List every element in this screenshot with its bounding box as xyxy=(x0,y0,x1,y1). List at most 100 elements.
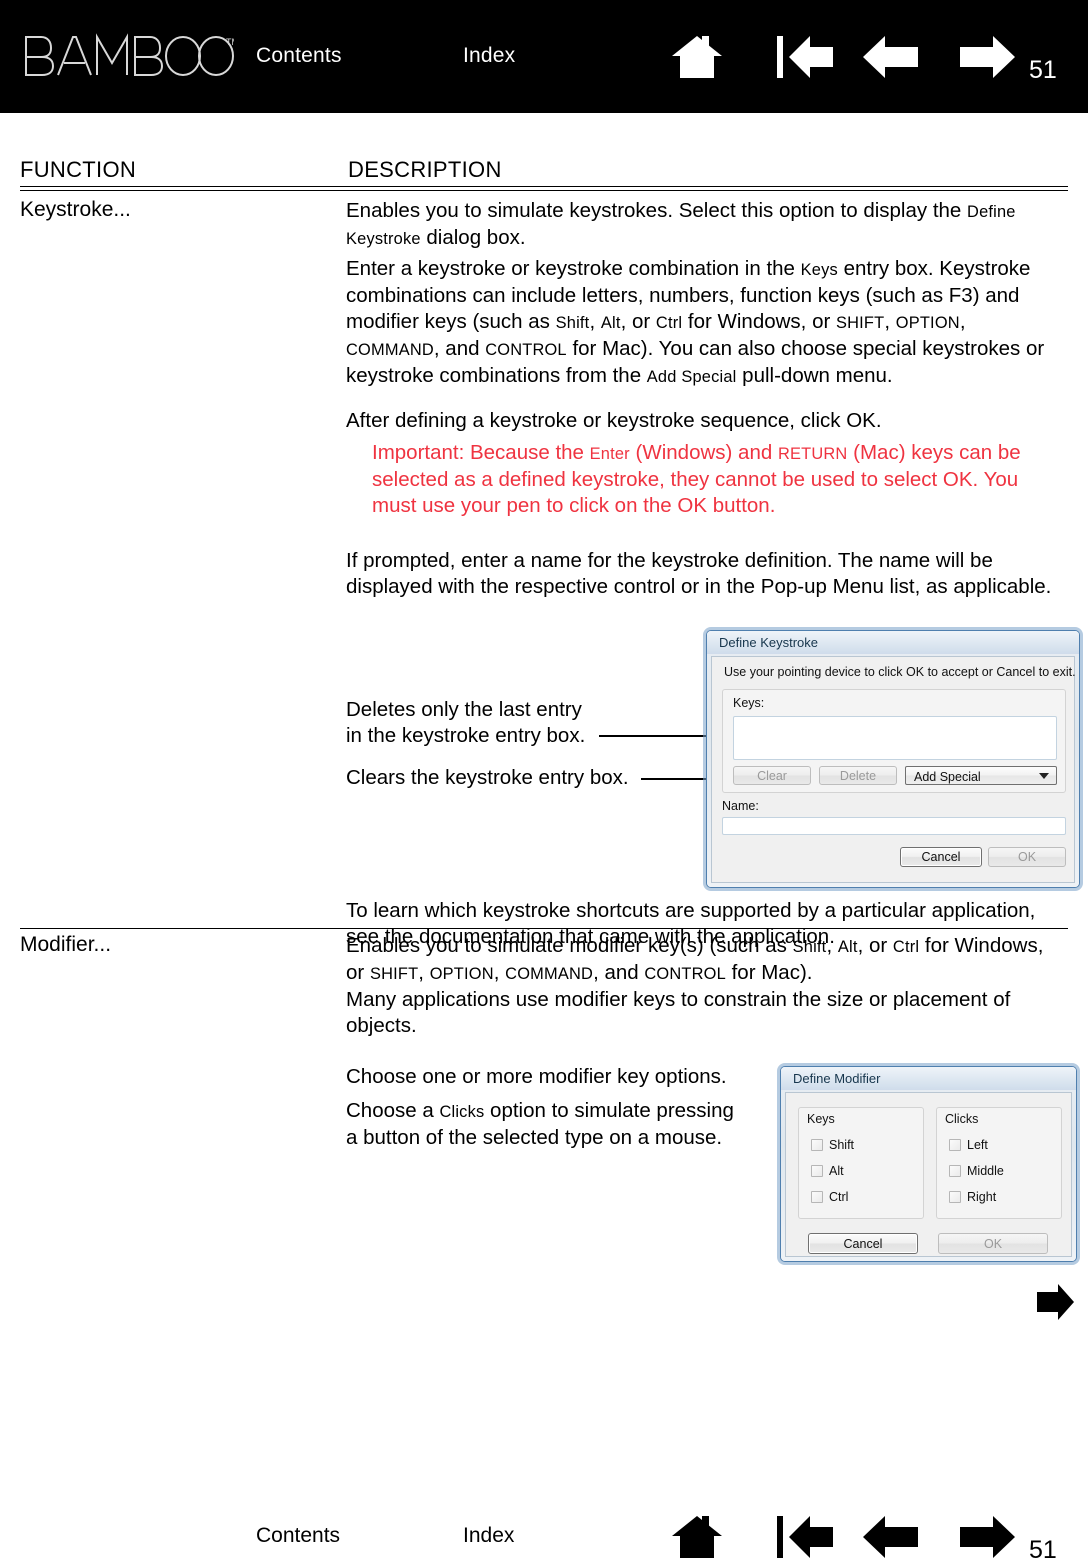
modifier-paragraph-1: Enables you to simulate modifier key(s) … xyxy=(346,933,1062,1039)
dialog-titlebar[interactable]: Define Modifier xyxy=(781,1067,1076,1090)
checkbox-icon[interactable] xyxy=(949,1165,961,1177)
bamboo-logo: TM xyxy=(22,33,234,79)
checkbox-icon[interactable] xyxy=(811,1191,823,1203)
footer-contents-link[interactable]: Contents xyxy=(256,1524,340,1548)
previous-page-icon-footer[interactable] xyxy=(862,1515,920,1564)
term-command: COMMAND xyxy=(346,341,434,359)
callout-clear-description: Clears the keystroke entry box. xyxy=(346,766,629,789)
header-contents-link[interactable]: Contents xyxy=(256,44,342,68)
term-shift-mac: SHIFT xyxy=(369,965,419,983)
dialog-body: Use your pointing device to click OK to … xyxy=(711,656,1076,883)
text-run: , or xyxy=(857,934,893,957)
dialog-titlebar[interactable]: Define Keystroke xyxy=(707,631,1079,654)
term-ctrl: Ctrl xyxy=(892,938,920,956)
term-option: OPTION xyxy=(895,314,960,332)
callout-delete-line-2: in the keystroke entry box. xyxy=(346,724,586,747)
dialog-title: Define Keystroke xyxy=(719,635,818,650)
checkbox-icon[interactable] xyxy=(949,1191,961,1203)
define-modifier-dialog[interactable]: Define Modifier Keys Shift Alt Ctrl Clic… xyxy=(780,1066,1077,1262)
function-label-modifier: Modifier... xyxy=(20,933,111,957)
term-alt: Alt xyxy=(837,938,858,956)
checkbox-label: Shift xyxy=(829,1138,855,1152)
checkbox-row-ctrl[interactable]: Ctrl xyxy=(811,1190,848,1204)
header-divider-top xyxy=(20,186,1068,187)
ok-button[interactable]: OK xyxy=(988,847,1066,867)
header-divider-bottom xyxy=(20,190,1068,191)
keystroke-paragraph-4: If prompted, enter a name for the keystr… xyxy=(346,549,1052,598)
header-page-number: 51 xyxy=(1029,56,1057,84)
text-run: Enter a keystroke or keystroke combinati… xyxy=(346,257,801,280)
term-control: CONTROL xyxy=(644,965,726,983)
keys-group-label: Keys xyxy=(807,1112,835,1126)
clear-button[interactable]: Clear xyxy=(733,766,811,785)
checkbox-icon[interactable] xyxy=(811,1139,823,1151)
dialog-title: Define Modifier xyxy=(793,1071,881,1086)
first-page-icon-footer[interactable] xyxy=(777,1515,835,1564)
keys-groupbox: Keys: Clear Delete Add Special xyxy=(722,689,1066,793)
previous-page-icon[interactable] xyxy=(862,35,920,79)
term-option: OPTION xyxy=(429,965,494,983)
term-shift-mac: SHIFT xyxy=(836,314,885,332)
ok-button[interactable]: OK xyxy=(938,1233,1048,1254)
checkbox-row-right[interactable]: Right xyxy=(949,1190,996,1204)
cancel-button[interactable]: Cancel xyxy=(900,847,982,867)
next-page-icon[interactable] xyxy=(958,35,1016,79)
checkbox-label: Ctrl xyxy=(829,1190,849,1204)
define-keystroke-dialog[interactable]: Define Keystroke Use your pointing devic… xyxy=(706,630,1080,888)
cancel-button[interactable]: Cancel xyxy=(808,1233,918,1254)
home-icon-footer[interactable] xyxy=(669,1515,726,1564)
term-command: COMMAND xyxy=(505,965,594,983)
add-special-label: Add Special xyxy=(914,770,981,784)
text-run: , xyxy=(884,310,896,333)
footer-index-link[interactable]: Index xyxy=(463,1524,514,1548)
term-alt: Alt xyxy=(600,314,621,332)
text-run: , xyxy=(493,961,506,984)
column-header-function: FUNCTION xyxy=(20,157,137,182)
checkbox-label: Right xyxy=(967,1190,997,1204)
name-label: Name: xyxy=(722,799,759,813)
add-special-dropdown[interactable]: Add Special xyxy=(905,766,1057,785)
chevron-down-icon xyxy=(1039,772,1049,779)
text-run: for Mac). xyxy=(725,961,813,984)
first-page-icon[interactable] xyxy=(777,35,835,79)
keystroke-paragraph-2: Enter a keystroke or keystroke combinati… xyxy=(346,256,1062,390)
term-return: RETURN xyxy=(777,445,848,463)
checkbox-row-middle[interactable]: Middle xyxy=(949,1164,1004,1178)
text-run: Enables you to simulate modifier key(s) … xyxy=(346,934,793,957)
text-run: , xyxy=(589,310,601,333)
checkbox-label: Alt xyxy=(829,1164,844,1178)
callout-delete-line-1: Deletes only the last entry xyxy=(346,698,582,721)
delete-button[interactable]: Delete xyxy=(819,766,897,785)
keys-input[interactable] xyxy=(733,716,1057,760)
checkbox-label: Left xyxy=(967,1138,988,1152)
text-run: pull-down menu. xyxy=(736,364,893,387)
name-input[interactable] xyxy=(722,817,1066,835)
callout-delete-description: Deletes only the last entry in the keyst… xyxy=(346,697,585,749)
home-icon[interactable] xyxy=(669,35,726,79)
function-label-keystroke-text: Keystroke... xyxy=(20,198,131,221)
text-run: Important: Because the xyxy=(372,441,590,464)
text-run: dialog box. xyxy=(420,226,526,249)
text-run: , xyxy=(418,961,430,984)
checkbox-row-left[interactable]: Left xyxy=(949,1138,988,1152)
svg-text:TM: TM xyxy=(226,37,234,47)
term-keys: Keys xyxy=(800,261,838,279)
checkbox-icon[interactable] xyxy=(949,1139,961,1151)
term-add-special: Add Special xyxy=(646,368,737,386)
dialog-instruction: Use your pointing device to click OK to … xyxy=(724,665,1076,679)
next-page-icon-footer[interactable] xyxy=(958,1515,1016,1564)
next-page-icon-large[interactable] xyxy=(1035,1282,1075,1327)
header-index-link[interactable]: Index xyxy=(463,44,515,68)
text-run: (Windows) and xyxy=(629,441,778,464)
keys-label: Keys: xyxy=(733,696,765,710)
clicks-groupbox: Clicks Left Middle Right xyxy=(936,1107,1062,1219)
checkbox-row-alt[interactable]: Alt xyxy=(811,1164,844,1178)
function-label-modifier-text: Modifier... xyxy=(20,933,112,956)
term-ctrl: Ctrl xyxy=(655,314,683,332)
checkbox-icon[interactable] xyxy=(811,1165,823,1177)
checkbox-row-shift[interactable]: Shift xyxy=(811,1138,854,1152)
text-run: for Windows, or xyxy=(682,310,836,333)
modifier-paragraph-3: Choose a Clicks option to simulate press… xyxy=(346,1098,746,1151)
keystroke-important-note: Important: Because the Enter (Windows) a… xyxy=(372,440,1052,519)
clicks-group-label: Clicks xyxy=(945,1112,979,1126)
